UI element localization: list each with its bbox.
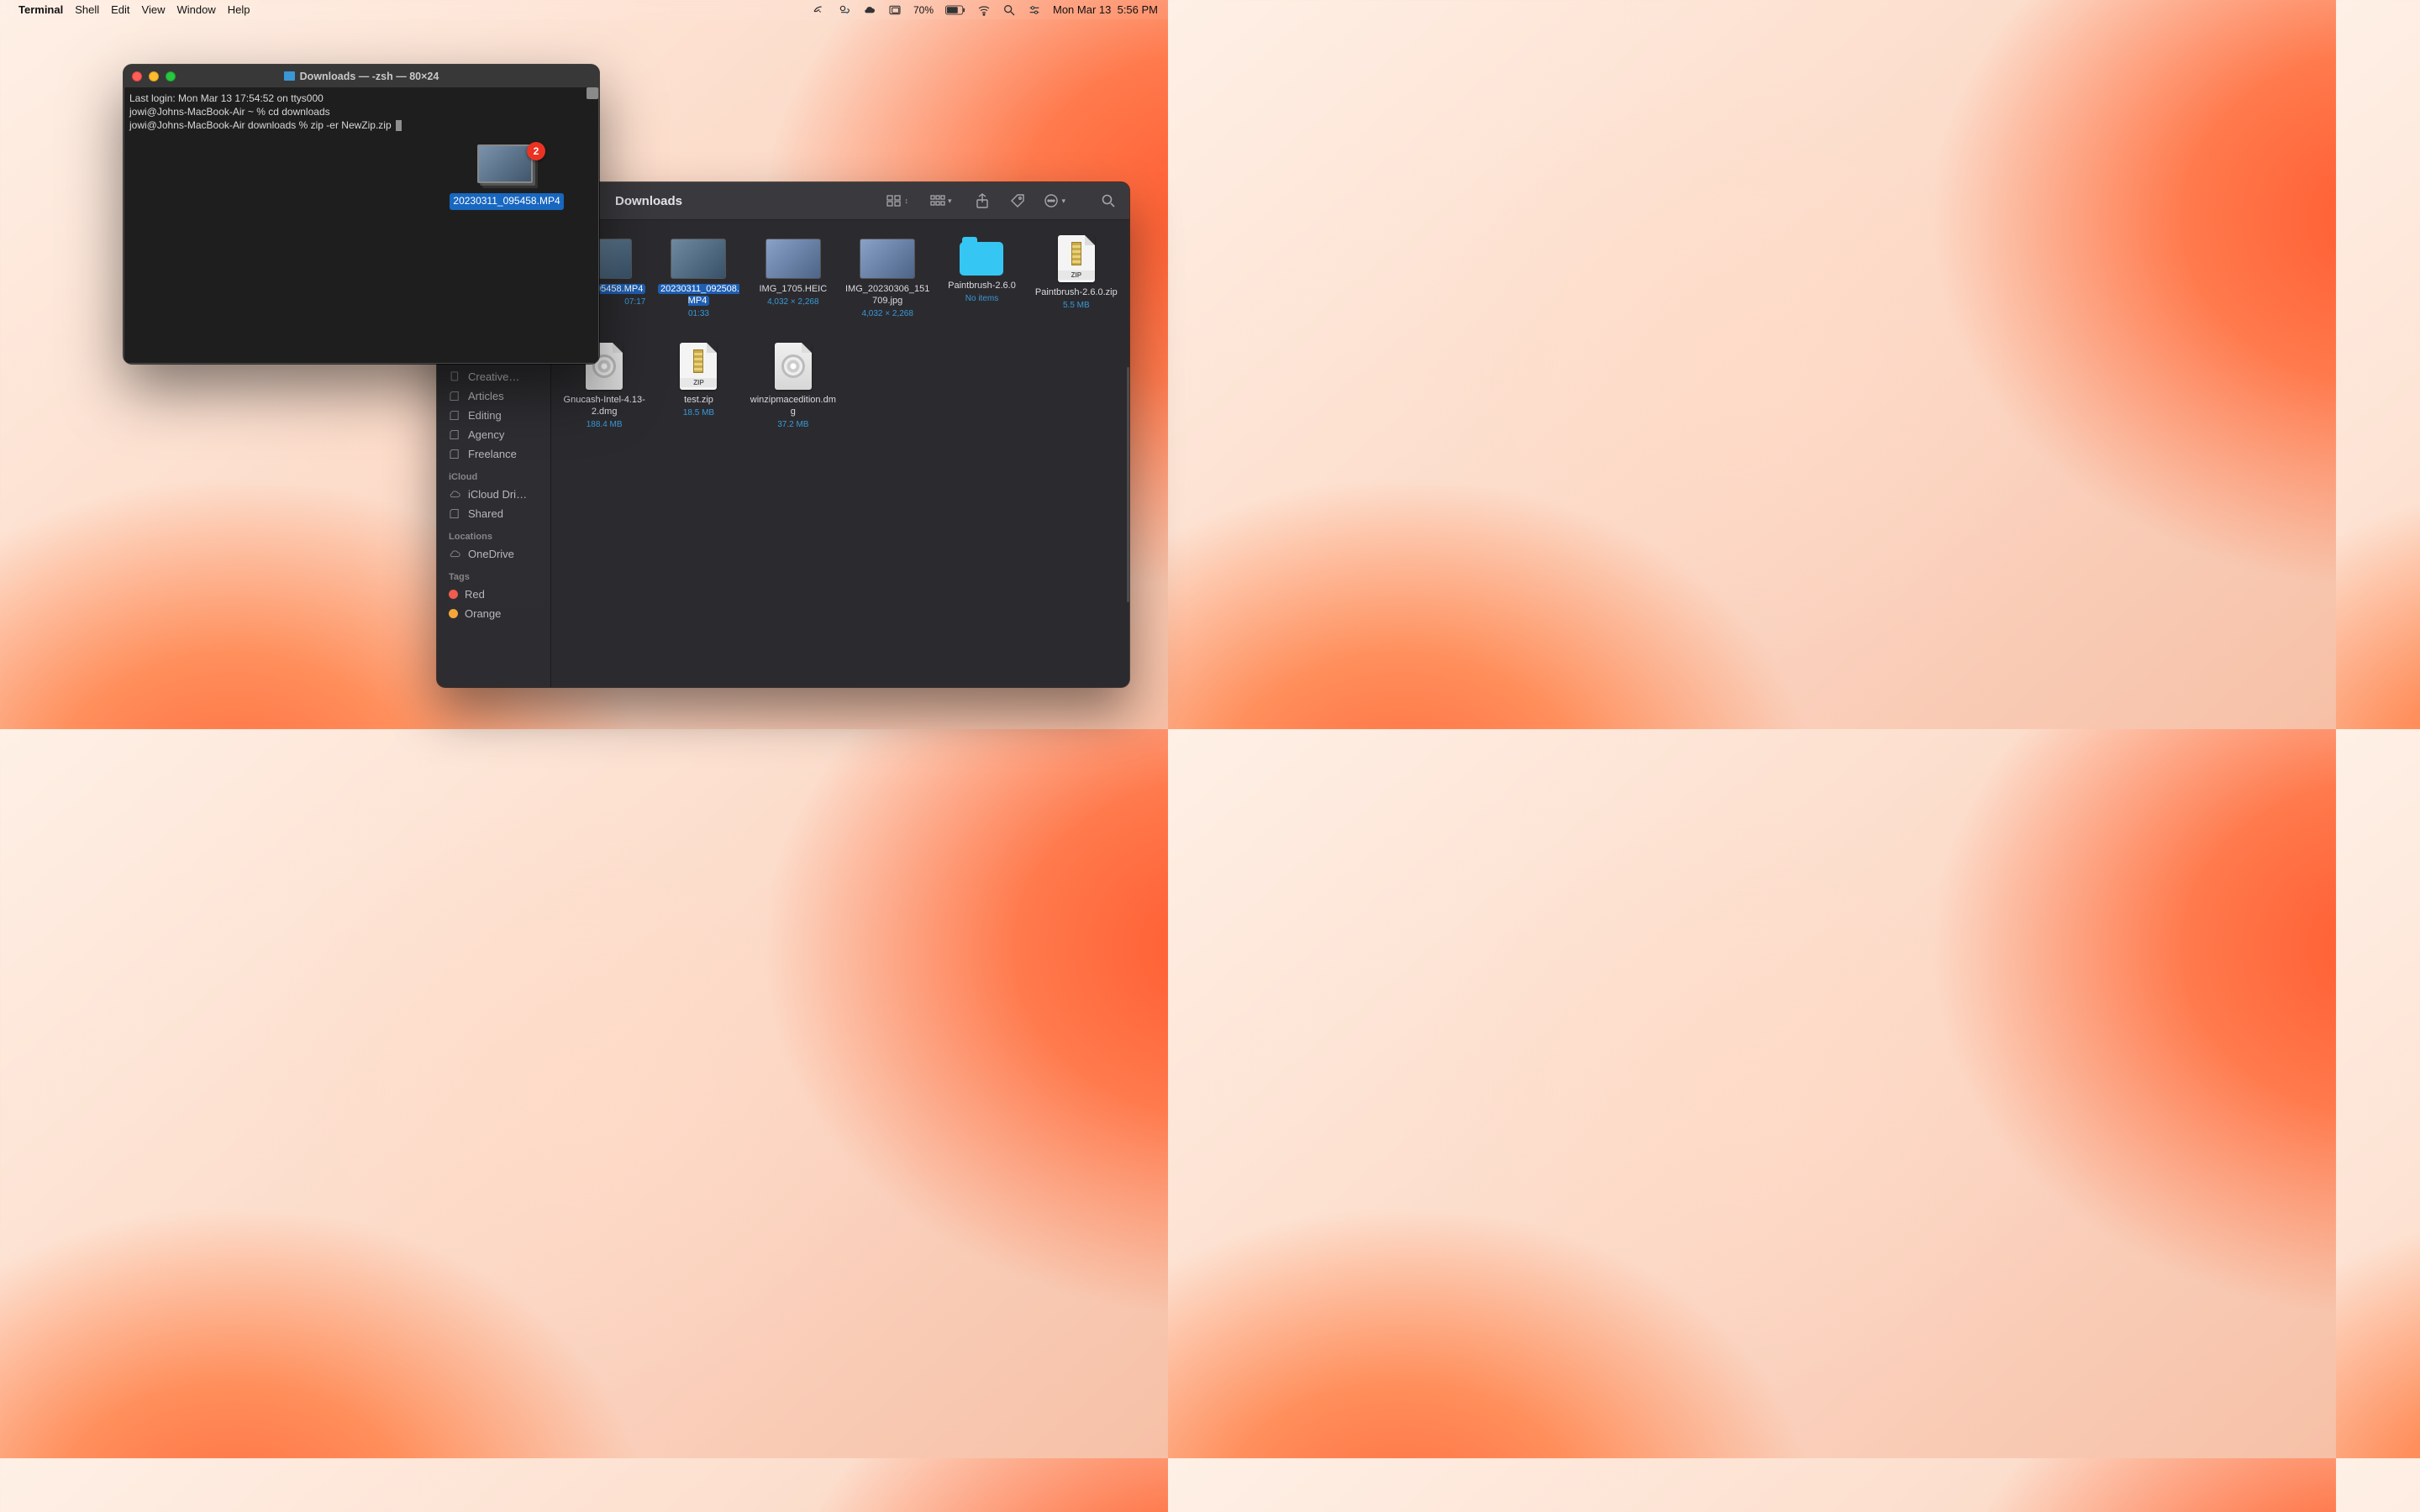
folder-icon <box>960 242 1003 276</box>
folder-item[interactable]: Paintbrush-2.6.0 No items <box>937 228 1026 336</box>
menu-window[interactable]: Window <box>177 3 216 16</box>
chevron-down-icon: ▾ <box>1061 197 1065 206</box>
zoom-button[interactable] <box>166 71 176 81</box>
file-item[interactable]: winzipmacedition.dmg 37.2 MB <box>749 336 838 444</box>
sidebar-item-creative[interactable]: Creative… <box>437 367 550 386</box>
folder-icon <box>284 71 295 81</box>
share-button[interactable] <box>973 193 992 208</box>
sidebar-item-shared[interactable]: Shared <box>437 504 550 523</box>
chevron-down-icon: ▾ <box>948 197 952 206</box>
search-button[interactable] <box>1099 193 1118 208</box>
zip-file-icon: ZIP <box>680 343 717 390</box>
app-menu[interactable]: Terminal <box>18 3 63 16</box>
finder-icon-grid[interactable]: 311_095458.MP4 07:17 20230311_092508.MP4… <box>551 220 1129 687</box>
sidebar-item-agency[interactable]: Agency <box>437 425 550 444</box>
sidebar-tag-orange[interactable]: Orange <box>437 604 550 623</box>
terminal-scrollbar[interactable] <box>587 87 598 99</box>
chevron-updown-icon: ↕ <box>904 197 908 205</box>
terminal-title: Downloads — -zsh — 80×24 <box>284 71 439 82</box>
minimize-button[interactable] <box>149 71 159 81</box>
sidebar-header-locations: Locations <box>437 523 550 544</box>
battery-percentage: 70% <box>913 4 934 16</box>
terminal-body[interactable]: Last login: Mon Mar 13 17:54:52 on ttys0… <box>124 87 599 364</box>
dmg-file-icon <box>775 343 812 390</box>
terminal-line: Last login: Mon Mar 13 17:54:52 on ttys0… <box>129 92 593 105</box>
menu-help[interactable]: Help <box>228 3 250 16</box>
wifi-icon[interactable] <box>977 3 991 17</box>
file-item[interactable]: ZIP test.zip 18.5 MB <box>654 336 743 444</box>
group-by-button[interactable]: ▾ <box>930 195 952 207</box>
file-item[interactable]: IMG_1705.HEIC 4,032 × 2,268 <box>749 228 838 336</box>
battery-icon[interactable] <box>945 5 965 15</box>
menu-edit[interactable]: Edit <box>111 3 129 16</box>
terminal-line: jowi@Johns-MacBook-Air ~ % cd downloads <box>129 105 593 118</box>
file-item[interactable]: IMG_20230306_151709.jpg 4,032 × 2,268 <box>843 228 932 336</box>
video-thumbnail-icon <box>671 239 726 279</box>
image-thumbnail-icon <box>765 239 821 279</box>
sidebar-item-icloud-drive[interactable]: iCloud Dri… <box>437 485 550 504</box>
menu-shell[interactable]: Shell <box>75 3 99 16</box>
finder-toolbar: ‹ › Downloads ↕ ▾ ▾ <box>551 182 1129 220</box>
menu-clock[interactable]: Mon Mar 13 5:56 PM <box>1053 3 1158 16</box>
menu-view[interactable]: View <box>142 3 166 16</box>
zip-file-icon: ZIP <box>1058 235 1095 282</box>
sidebar-item-freelance[interactable]: Freelance <box>437 444 550 464</box>
view-icon-mode[interactable]: ↕ <box>886 195 908 207</box>
weather-icon[interactable] <box>838 3 851 17</box>
spotlight-icon[interactable] <box>1002 3 1016 17</box>
stage-manager-icon[interactable] <box>888 3 902 17</box>
sidebar-header-icloud: iCloud <box>437 464 550 485</box>
text-cursor-icon <box>396 120 402 131</box>
finder-title: Downloads <box>615 194 682 208</box>
sidebar-header-tags: Tags <box>437 564 550 585</box>
tags-button[interactable] <box>1008 193 1027 208</box>
cloud-icon[interactable] <box>863 3 876 17</box>
sidebar-item-onedrive[interactable]: OneDrive <box>437 544 550 564</box>
action-menu-button[interactable]: ▾ <box>1044 193 1065 208</box>
sidebar-item-editing[interactable]: Editing <box>437 406 550 425</box>
do-not-disturb-icon[interactable] <box>813 3 826 17</box>
terminal-titlebar[interactable]: Downloads — -zsh — 80×24 <box>124 65 599 87</box>
sidebar-item-articles[interactable]: Articles <box>437 386 550 406</box>
image-thumbnail-icon <box>860 239 915 279</box>
terminal-window[interactable]: Downloads — -zsh — 80×24 Last login: Mon… <box>124 65 599 364</box>
file-item[interactable]: 20230311_092508.MP4 01:33 <box>654 228 743 336</box>
menu-bar: Terminal Shell Edit View Window Help 70%… <box>0 0 1168 19</box>
close-button[interactable] <box>132 71 142 81</box>
sidebar-tag-red[interactable]: Red <box>437 585 550 604</box>
control-center-icon[interactable] <box>1028 3 1041 17</box>
terminal-line: jowi@Johns-MacBook-Air downloads % zip -… <box>129 118 593 132</box>
file-item[interactable]: ZIP Paintbrush-2.6.0.zip 5.5 MB <box>1032 228 1121 336</box>
